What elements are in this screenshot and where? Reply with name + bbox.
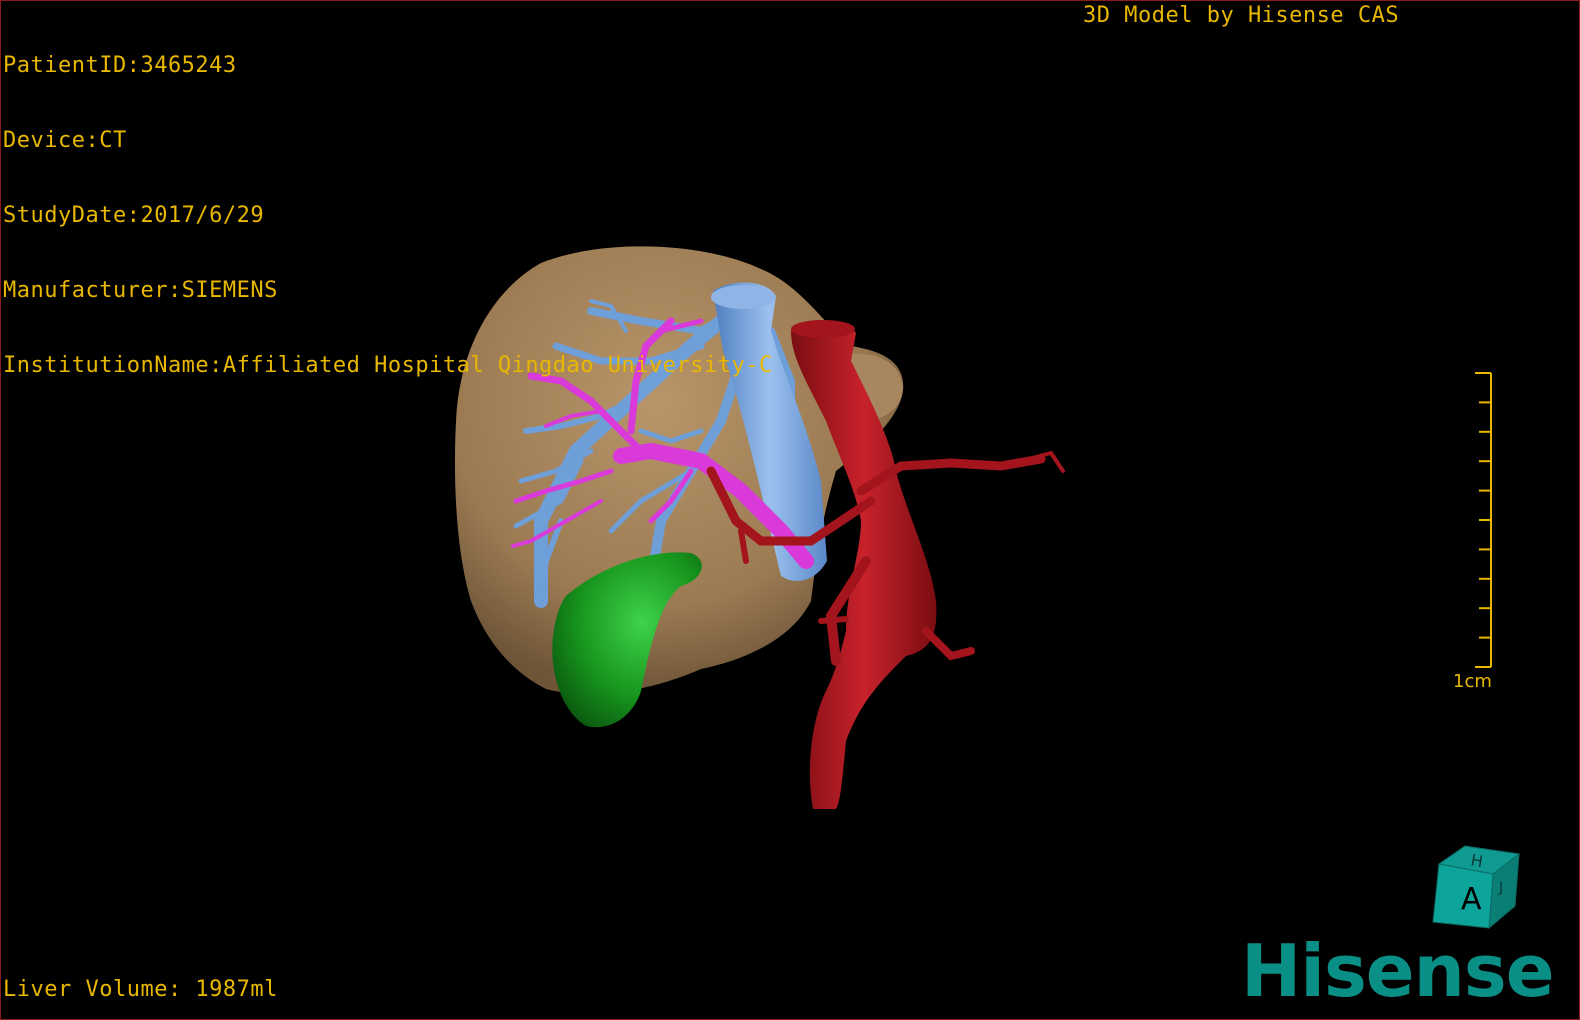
hisense-logo: Hisense [1241,929,1555,1013]
cube-side-label: J [1498,880,1503,896]
cube-front-label: A [1461,882,1482,917]
institution-text: InstitutionName:Affiliated Hospital Qing… [3,353,773,378]
3d-viewport[interactable]: PatientID:3465243 Device:CT StudyDate:20… [0,0,1580,1020]
device-text: Device:CT [3,128,127,153]
liver-volume-text: Liver Volume: 1987ml [3,977,278,1002]
model-credit-text: 3D Model by Hisense CAS [1083,3,1400,28]
patient-info-overlay: PatientID:3465243 Device:CT StudyDate:20… [3,3,773,428]
scale-bar-label: 1cm [1453,671,1492,692]
manufacturer-text: Manufacturer:SIEMENS [3,278,278,303]
aorta-top-opening [791,320,855,338]
scale-bar [1475,372,1492,668]
patient-id-text: PatientID:3465243 [3,53,237,78]
orientation-cube-icon[interactable]: A H J [1431,844,1523,936]
study-date-text: StudyDate:2017/6/29 [3,203,265,228]
